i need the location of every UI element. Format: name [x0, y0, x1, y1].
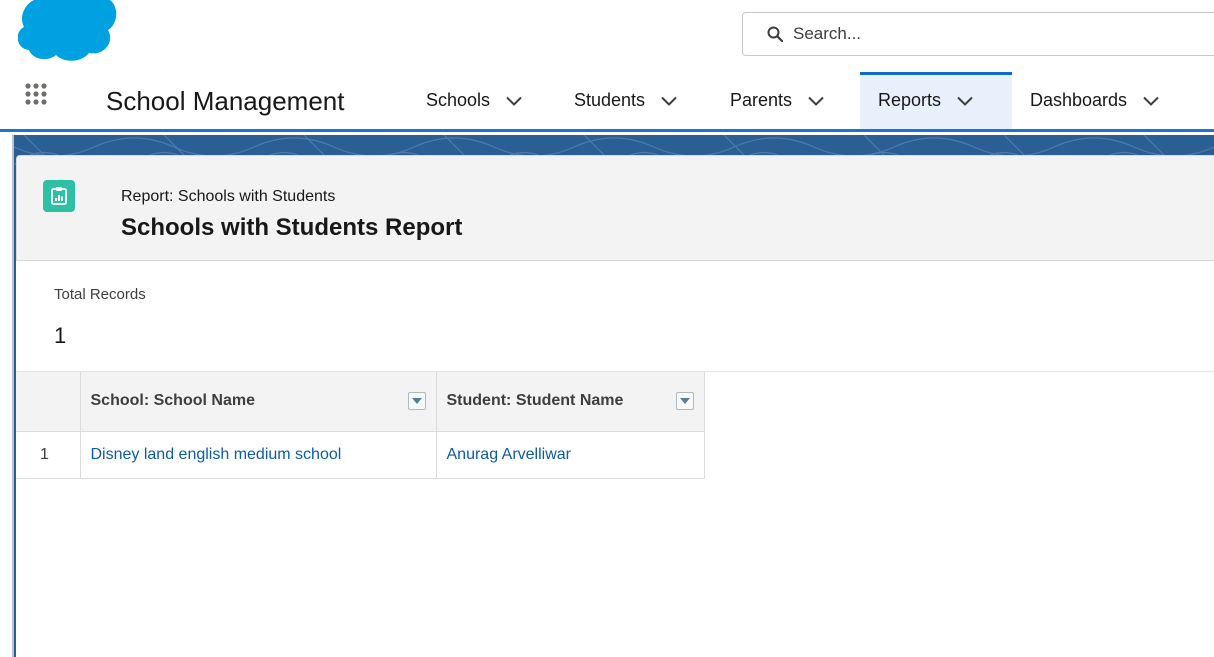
- salesforce-cloud-icon[interactable]: [18, 0, 118, 62]
- dropdown-arrow-icon[interactable]: [675, 392, 694, 411]
- app-nav-bar: School Management Schools Students Paren…: [0, 72, 1214, 132]
- tab-label: Students: [574, 90, 646, 110]
- row-number-header: [16, 372, 81, 432]
- dropdown-arrow-icon[interactable]: [407, 392, 426, 411]
- column-header-student-name[interactable]: Student: Student Name: [436, 372, 705, 432]
- report-title: Schools with Students Report: [121, 214, 463, 241]
- student-name-link[interactable]: Anurag Arvelliwar: [447, 446, 572, 463]
- chevron-down-icon[interactable]: [957, 96, 973, 106]
- column-header-school-name[interactable]: School: School Name: [80, 372, 437, 432]
- tab-label: Reports: [878, 90, 942, 110]
- tab-students[interactable]: Students: [556, 72, 712, 129]
- tab-parents[interactable]: Parents: [712, 72, 860, 129]
- table-header-row: School: School Name Student: Student Nam…: [16, 372, 705, 432]
- tab-schools[interactable]: Schools: [408, 72, 556, 129]
- tab-label: Dashboards: [1030, 90, 1128, 110]
- search-input[interactable]: [793, 24, 1093, 44]
- app-launcher-grid-icon[interactable]: [24, 82, 48, 106]
- app-name: School Management: [106, 86, 345, 116]
- table-row: 1 Disney land english medium school Anur…: [16, 431, 705, 479]
- global-search-box[interactable]: [742, 12, 1214, 56]
- chevron-down-icon[interactable]: [1143, 96, 1159, 106]
- report-table: School: School Name Student: Student Nam…: [16, 372, 705, 479]
- total-records-value: 1: [54, 323, 67, 348]
- school-name-link[interactable]: Disney land english medium school: [91, 446, 342, 463]
- report-body: Total Records 1 School: School Name Stud…: [16, 261, 1214, 657]
- tab-dashboards[interactable]: Dashboards: [1012, 72, 1202, 129]
- total-records-label: Total Records: [54, 286, 146, 303]
- nav-tabs: Schools Students Parents Reports Dashboa…: [408, 72, 1202, 129]
- search-icon: [767, 26, 783, 42]
- chevron-down-icon[interactable]: [808, 96, 824, 106]
- school-name-cell: Disney land english medium school: [80, 431, 437, 479]
- global-header: [0, 0, 1214, 72]
- chevron-down-icon[interactable]: [506, 96, 522, 106]
- tab-reports[interactable]: Reports: [860, 72, 1012, 129]
- column-header-label: School: School Name: [90, 392, 255, 410]
- column-header-label: Student: Student Name: [446, 392, 624, 410]
- student-name-cell: Anurag Arvelliwar: [436, 431, 705, 479]
- tab-label: Schools: [426, 90, 491, 110]
- tab-label: Parents: [730, 90, 793, 110]
- report-type-label: Report: Schools with Students: [121, 188, 336, 205]
- row-number: 1: [16, 431, 81, 479]
- report-header: Report: Schools with Students Schools wi…: [16, 155, 1214, 261]
- report-icon: [43, 180, 75, 212]
- chevron-down-icon[interactable]: [661, 96, 677, 106]
